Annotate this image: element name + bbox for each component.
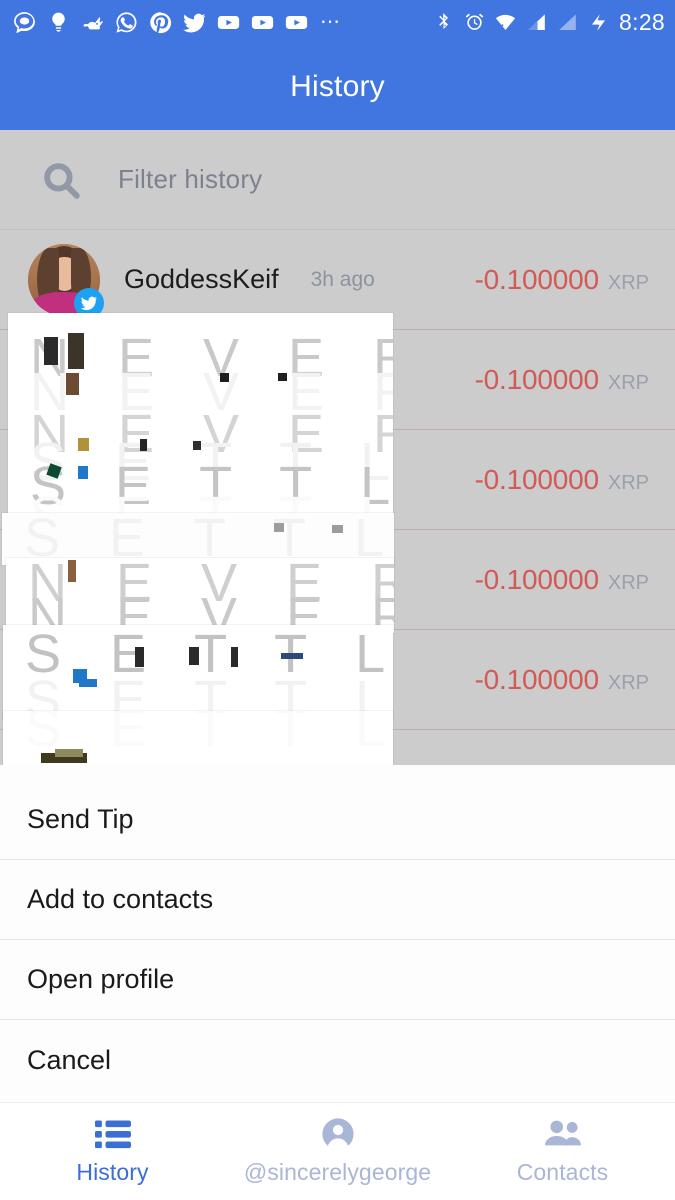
row-amount: -0.100000 <box>474 663 600 695</box>
youtube-icon <box>285 15 308 29</box>
action-bottom-sheet: Send Tip Add to contacts Open profile Ca… <box>0 765 675 1100</box>
glitch-speck <box>281 653 303 659</box>
history-screen-content: Filter history GoddessKeif 3h ago -0.100… <box>0 130 675 765</box>
row-username: GoddessKeif <box>124 264 279 294</box>
status-notification-icons: ⋯ <box>12 10 433 35</box>
glitch-speck <box>220 373 229 382</box>
cell-signal-off-icon <box>559 13 576 30</box>
row-currency: XRP <box>607 271 649 294</box>
glitch-speck <box>78 438 89 451</box>
row-amount-group: -0.100000 XRP <box>475 364 649 396</box>
wifi-icon <box>495 14 516 30</box>
lightbulb-icon <box>52 12 65 32</box>
glitch-speck <box>193 441 201 450</box>
glitch-speck <box>231 647 238 667</box>
tab-contacts[interactable]: Contacts <box>450 1118 675 1186</box>
open-profile-button[interactable]: Open profile <box>0 940 675 1020</box>
signal-messenger-icon <box>14 11 35 33</box>
page-title: History <box>290 70 385 103</box>
tab-history[interactable]: History <box>0 1118 225 1186</box>
cell-signal-icon <box>528 13 545 30</box>
row-currency: XRP <box>607 571 649 594</box>
status-bar: ⋯ 8:28 <box>0 0 675 44</box>
youtube-icon <box>217 15 240 29</box>
tab-profile-label: @sincerelygeorge <box>243 1158 432 1185</box>
bluetooth-icon <box>439 12 449 29</box>
row-amount-group: -0.100000 XRP <box>475 564 649 596</box>
glitch-speck <box>68 560 76 582</box>
avatar <box>28 243 104 318</box>
glitch-speck <box>332 525 343 533</box>
row-amount: -0.100000 <box>474 463 600 495</box>
glitch-speck <box>140 439 147 451</box>
row-amount-group: -0.100000 XRP <box>475 264 649 296</box>
app-bar: History <box>0 44 675 130</box>
glitch-speck <box>135 647 144 667</box>
search-input[interactable]: Filter history <box>118 164 262 195</box>
glitch-speck <box>55 749 83 757</box>
more-notifications-icon: ⋯ <box>320 11 341 33</box>
twitter-icon <box>183 13 206 32</box>
glitch-speck <box>78 466 88 479</box>
row-amount-group: -0.100000 XRP <box>475 664 649 696</box>
filter-history-bar[interactable]: Filter history <box>0 130 675 230</box>
row-currency: XRP <box>607 671 649 694</box>
row-currency: XRP <box>607 371 649 394</box>
glitch-speck <box>274 523 284 532</box>
glitch-panel: S E T T L E S E T T L E <box>3 625 393 719</box>
cancel-button[interactable]: Cancel <box>0 1020 675 1100</box>
person-icon <box>321 1117 355 1150</box>
people-icon <box>543 1118 583 1150</box>
add-to-contacts-button[interactable]: Add to contacts <box>0 860 675 940</box>
row-timestamp: 3h ago <box>310 267 375 291</box>
glitch-speck <box>68 333 84 369</box>
send-tip-button[interactable]: Send Tip <box>0 780 675 860</box>
glitch-speck <box>66 373 79 395</box>
row-amount-group: -0.100000 XRP <box>475 464 649 496</box>
charging-bolt-icon <box>591 13 606 31</box>
tab-history-label: History <box>76 1158 149 1185</box>
glitch-speck <box>278 373 287 381</box>
youtube-icon <box>251 15 274 29</box>
list-icon <box>94 1118 131 1150</box>
glitch-panel: N E V E R N E V E R N E V E R S E T T L … <box>8 313 393 528</box>
row-amount: -0.100000 <box>474 363 600 395</box>
alarm-clock-icon <box>465 13 484 30</box>
row-currency: XRP <box>607 471 649 494</box>
row-amount: -0.100000 <box>474 563 600 595</box>
glitch-panel: N E V E R N E V E R <box>6 558 394 633</box>
whatsapp-icon <box>116 11 137 33</box>
tab-profile[interactable]: @sincerelygeorge <box>225 1117 450 1186</box>
status-clock: 8:28 <box>619 8 665 35</box>
glitch-artifact-overlay: N E V E R N E V E R N E V E R S E T T L … <box>0 313 420 765</box>
row-amount: -0.100000 <box>474 263 600 295</box>
glitch-speck <box>79 679 97 687</box>
glitch-panel: S E T T L E <box>3 711 393 765</box>
search-icon <box>44 162 80 199</box>
tab-contacts-label: Contacts <box>516 1158 609 1185</box>
glitch-speck <box>44 337 58 365</box>
status-system-icons: 8:28 <box>433 9 665 36</box>
bottom-navigation-bar: History @sincerelygeorge Contacts <box>0 1102 675 1200</box>
glitch-speck <box>189 647 199 665</box>
pinterest-icon <box>150 11 172 33</box>
rabbit-icon <box>83 16 103 29</box>
